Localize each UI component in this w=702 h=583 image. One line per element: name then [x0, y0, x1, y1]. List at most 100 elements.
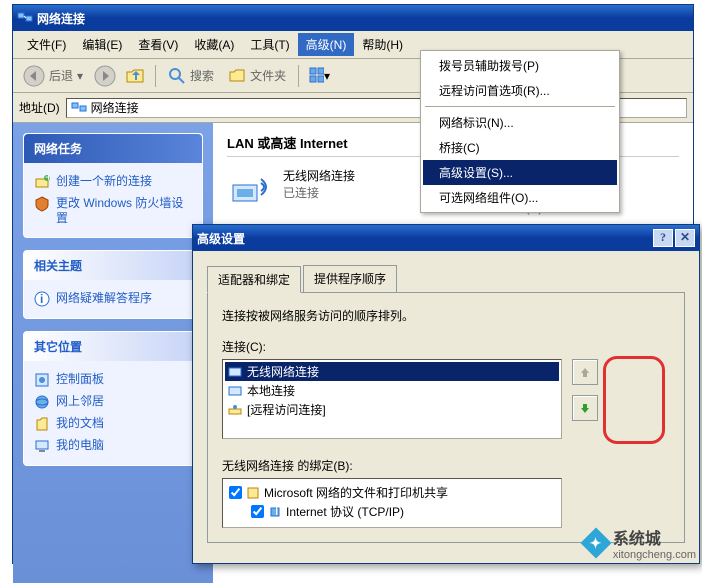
forward-icon [94, 65, 116, 87]
dialog-titlebar: 高级设置 ? ✕ [193, 225, 699, 251]
panel-header: 网络任务 [24, 134, 202, 163]
tab-panel: 连接按被网络服务访问的顺序排列。 连接(C): 无线网络连接 本地连接 [远程访… [207, 292, 685, 543]
menu-separator [425, 106, 615, 107]
menu-item-bridge[interactable]: 桥接(C) [423, 135, 617, 160]
chevron-down-icon: ▾ [77, 69, 83, 83]
network-icon [71, 100, 87, 116]
menu-item-optional-components[interactable]: 可选网络组件(O)... [423, 185, 617, 210]
info-icon: i [34, 291, 50, 307]
titlebar: 网络连接 [13, 5, 693, 31]
create-connection-link[interactable]: + 创建一个新的连接 [34, 171, 192, 193]
list-item-lan[interactable]: 本地连接 [225, 381, 559, 400]
move-up-button[interactable] [572, 359, 598, 385]
folders-icon [228, 67, 246, 85]
net-adapter-icon [227, 383, 243, 399]
folders-label: 文件夹 [250, 67, 286, 84]
link-label: 网络疑难解答程序 [56, 291, 152, 306]
advanced-settings-dialog: 高级设置 ? ✕ 适配器和绑定 提供程序顺序 连接按被网络服务访问的顺序排列。 … [192, 224, 700, 564]
svg-text:+: + [45, 174, 50, 184]
up-button[interactable] [123, 64, 147, 88]
troubleshoot-link[interactable]: i 网络疑难解答程序 [34, 288, 192, 310]
binding-label: Microsoft 网络的文件和打印机共享 [264, 484, 448, 501]
connection-name: 无线网络连接 [283, 167, 355, 184]
list-item-label: 无线网络连接 [247, 363, 319, 380]
menu-view[interactable]: 查看(V) [130, 33, 186, 56]
link-label: 创建一个新的连接 [56, 174, 152, 189]
panel-header: 其它位置 [24, 332, 202, 361]
back-button[interactable]: 后退 ▾ [19, 63, 87, 89]
net-adapter-icon [227, 364, 243, 380]
folders-button[interactable]: 文件夹 [224, 65, 290, 87]
list-item-remote[interactable]: [远程访问连接] [225, 400, 559, 419]
menu-advanced[interactable]: 高级(N) [298, 33, 355, 56]
bindings-listbox[interactable]: Microsoft 网络的文件和打印机共享 T Internet 协议 (TCP… [222, 478, 562, 528]
binding-item[interactable]: Microsoft 网络的文件和打印机共享 [227, 483, 557, 502]
binding-checkbox[interactable] [251, 505, 264, 518]
views-icon [308, 66, 324, 86]
binding-item[interactable]: T Internet 协议 (TCP/IP) [227, 502, 557, 521]
list-item-label: [远程访问连接] [247, 401, 326, 418]
svg-text:i: i [40, 292, 43, 306]
remote-access-icon [227, 402, 243, 418]
wireless-connection-icon [227, 167, 275, 215]
list-item-wireless[interactable]: 无线网络连接 [225, 362, 559, 381]
back-label: 后退 [49, 67, 73, 84]
arrow-down-icon [578, 401, 592, 415]
connection-status: 已连接 [283, 184, 355, 201]
up-folder-icon [125, 66, 145, 86]
address-label: 地址(D) [19, 99, 60, 116]
forward-button[interactable] [93, 64, 117, 88]
arrow-up-icon [578, 365, 592, 379]
protocol-icon: T [268, 505, 282, 519]
documents-icon [34, 416, 50, 432]
firewall-settings-link[interactable]: 更改 Windows 防火墙设置 [34, 193, 192, 229]
svg-text:T: T [273, 505, 281, 518]
computer-icon [34, 438, 50, 454]
list-item-label: 本地连接 [247, 382, 295, 399]
back-icon [23, 65, 45, 87]
link-label: 我的文档 [56, 416, 104, 431]
menu-item-network-id[interactable]: 网络标识(N)... [423, 110, 617, 135]
panel-header: 相关主题 [24, 251, 202, 280]
dialog-title: 高级设置 [197, 230, 245, 247]
watermark: ✦ 系统城 xitongcheng.com [585, 525, 696, 561]
menu-item-advanced-settings[interactable]: 高级设置(S)... [423, 160, 617, 185]
dialog-tabs: 适配器和绑定 提供程序顺序 [207, 265, 685, 292]
menu-edit[interactable]: 编辑(E) [74, 33, 130, 56]
move-down-button[interactable] [572, 395, 598, 421]
views-button[interactable]: ▾ [307, 64, 331, 88]
firewall-icon [34, 196, 50, 212]
reorder-buttons [572, 359, 598, 421]
help-button[interactable]: ? [653, 229, 673, 247]
connections-listbox[interactable]: 无线网络连接 本地连接 [远程访问连接] [222, 359, 562, 439]
binding-checkbox[interactable] [229, 486, 242, 499]
network-places-link[interactable]: 网上邻居 [34, 391, 192, 413]
search-button[interactable]: 搜索 [164, 65, 218, 87]
topics-panel: 相关主题 i 网络疑难解答程序 [23, 250, 203, 319]
connection-item[interactable]: 无线网络连接 已连接 [227, 167, 427, 215]
network-tasks-panel: 网络任务 + 创建一个新的连接 更改 Windows 防火墙设置 [23, 133, 203, 238]
connections-label: 连接(C): [222, 338, 670, 355]
menu-tools[interactable]: 工具(T) [242, 33, 297, 56]
bindings-label: 无线网络连接 的绑定(B): [222, 457, 670, 474]
link-label: 控制面板 [56, 372, 104, 387]
menu-help[interactable]: 帮助(H) [354, 33, 411, 56]
my-computer-link[interactable]: 我的电脑 [34, 435, 192, 457]
my-documents-link[interactable]: 我的文档 [34, 413, 192, 435]
menu-item-remote-prefs[interactable]: 远程访问首选项(R)... [423, 78, 617, 103]
network-icon [17, 10, 33, 26]
close-button[interactable]: ✕ [675, 229, 695, 247]
chevron-down-icon: ▾ [324, 69, 330, 83]
menu-file[interactable]: 文件(F) [19, 33, 74, 56]
menu-favorites[interactable]: 收藏(A) [186, 33, 242, 56]
menu-item-dialup[interactable]: 拨号员辅助拨号(P) [423, 53, 617, 78]
control-panel-link[interactable]: 控制面板 [34, 369, 192, 391]
watermark-brand: 系统城 [613, 525, 696, 549]
address-value: 网络连接 [91, 99, 139, 116]
tab-adapters[interactable]: 适配器和绑定 [207, 266, 301, 293]
link-label: 网上邻居 [56, 394, 104, 409]
service-icon [246, 486, 260, 500]
binding-reorder-buttons [572, 478, 598, 504]
tab-providers[interactable]: 提供程序顺序 [303, 265, 397, 292]
search-label: 搜索 [190, 67, 214, 84]
